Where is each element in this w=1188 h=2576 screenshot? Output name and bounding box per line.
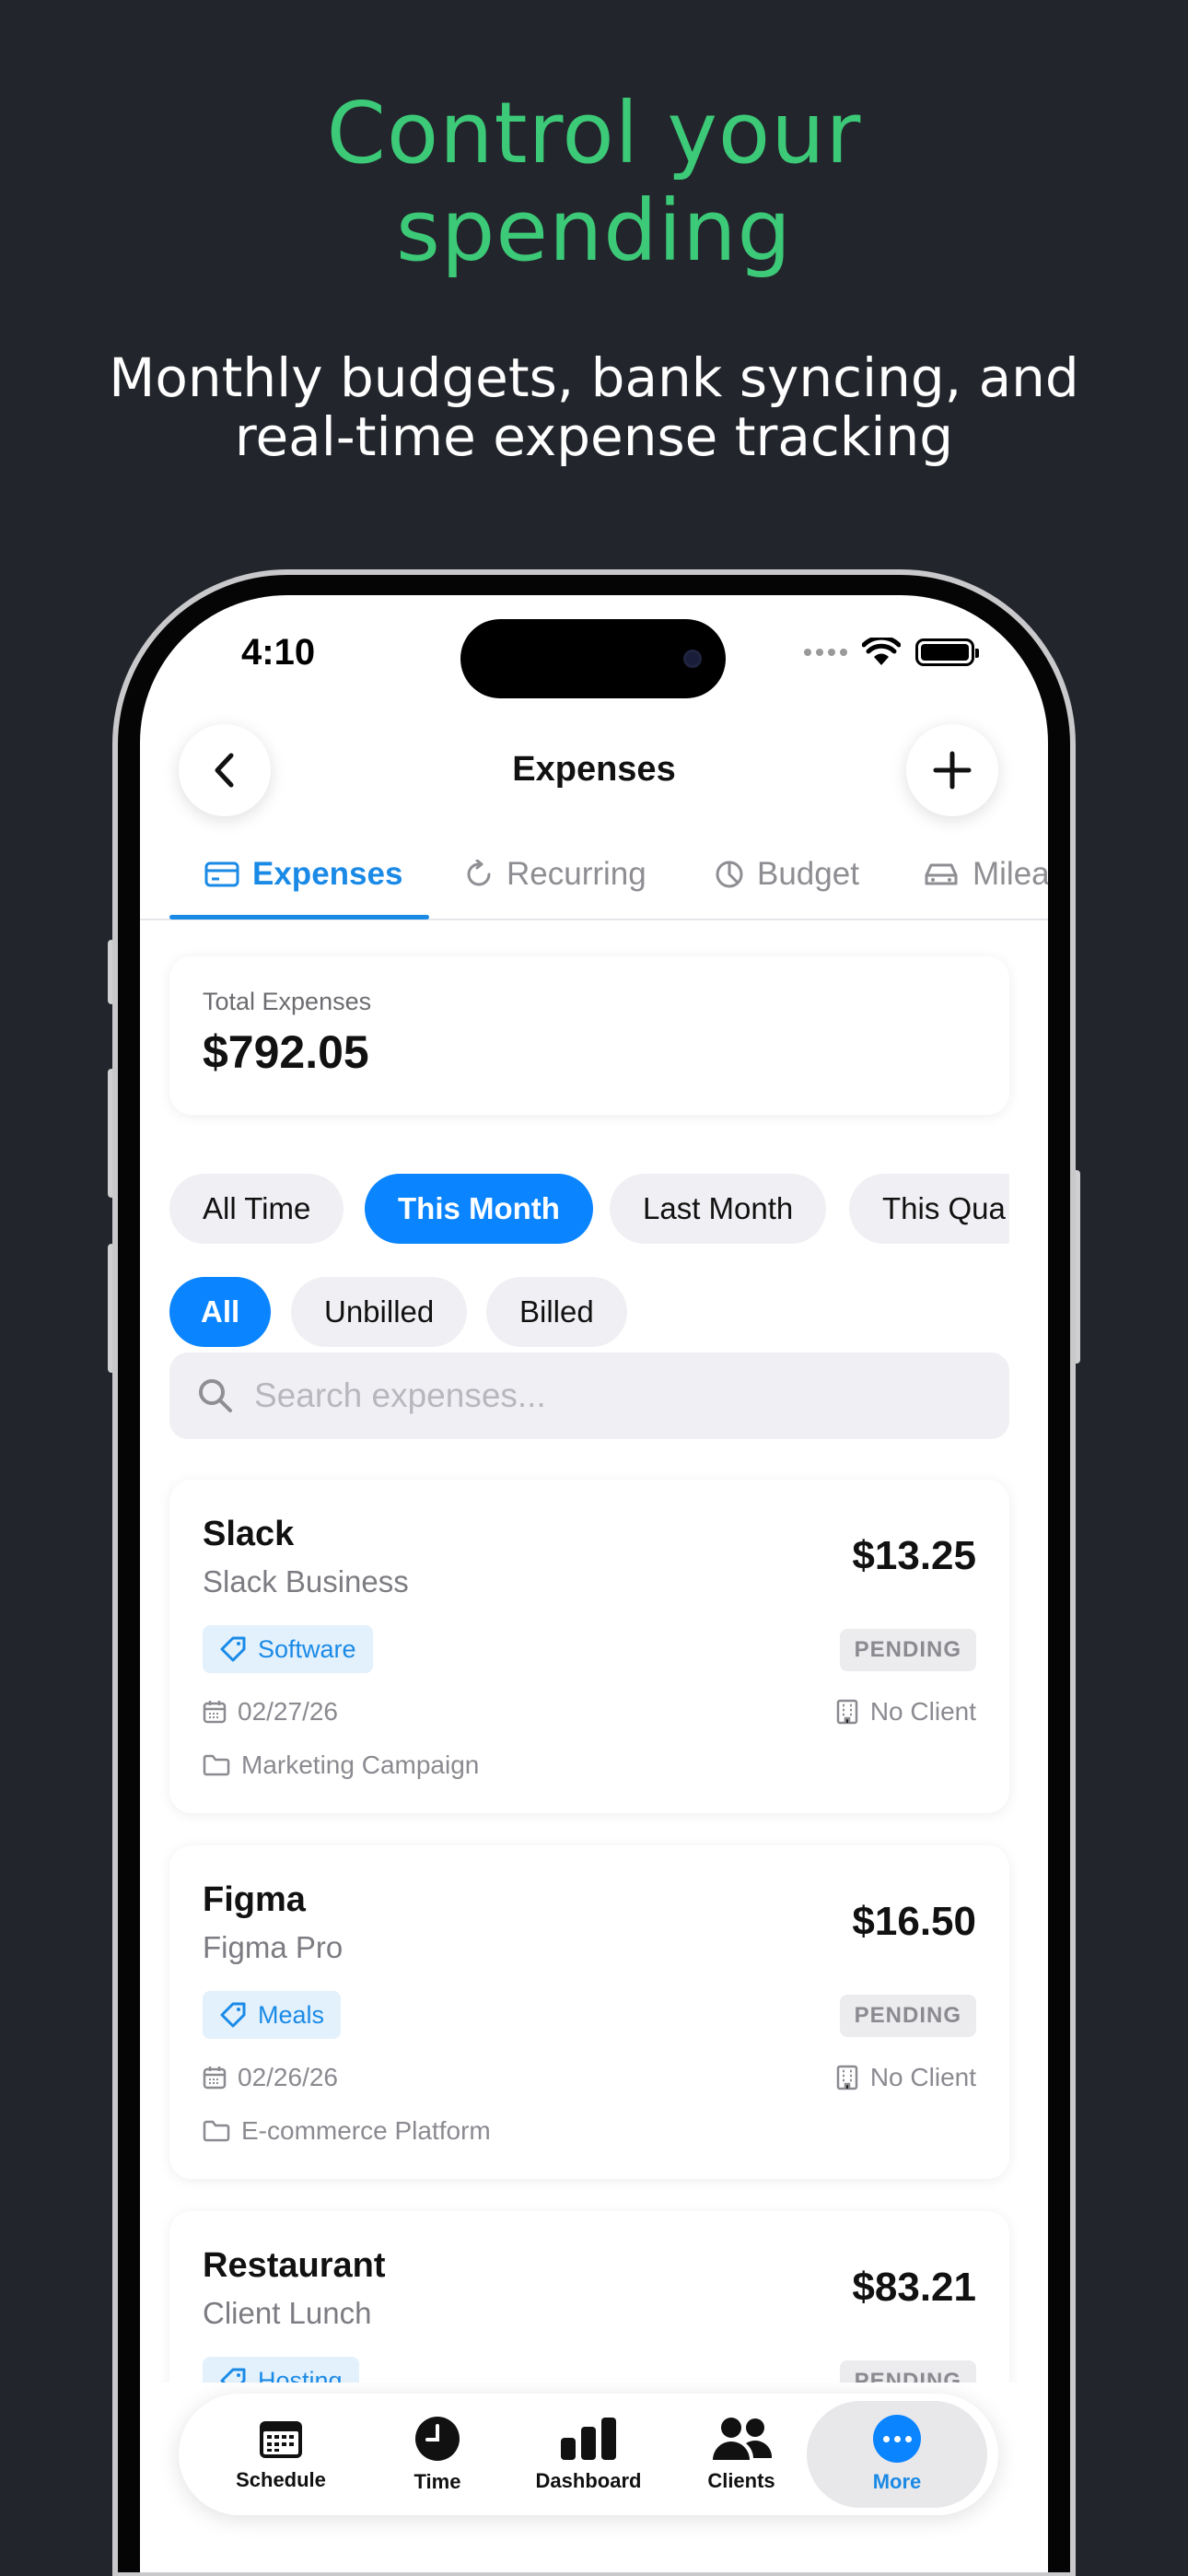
- clock-icon: [415, 2417, 460, 2461]
- more-icon: [873, 2415, 921, 2463]
- filter-last-month[interactable]: Last Month: [610, 1174, 827, 1244]
- dynamic-island: [460, 619, 726, 698]
- search-placeholder: Search expenses...: [254, 1376, 546, 1414]
- battery-icon: [915, 638, 979, 666]
- phone-frame: 4:10 Expenses Expenses Recurring Budget …: [112, 569, 1076, 2576]
- expense-vendor: Client Lunch: [203, 2296, 372, 2330]
- car-icon: [925, 863, 958, 885]
- tag-icon: [220, 1636, 246, 1662]
- expense-amount: $83.21: [852, 2265, 976, 2310]
- date-label: 02/26/26: [238, 2063, 338, 2091]
- billing-filter-row: All Unbilled Billed: [169, 1277, 1009, 1349]
- tab-label: Milea: [973, 856, 1048, 892]
- project-label: E-commerce Platform: [241, 2116, 491, 2145]
- tabbar-time[interactable]: Time: [368, 2401, 507, 2508]
- section-tabs: Expenses Recurring Budget Milea: [140, 830, 1048, 920]
- expense-project: Marketing Campaign: [203, 1751, 479, 1780]
- tabbar-schedule[interactable]: Schedule: [212, 2401, 350, 2508]
- filter-all-time[interactable]: All Time: [169, 1174, 344, 1244]
- expense-amount: $16.50: [852, 1899, 976, 1944]
- folder-icon: [203, 2120, 230, 2142]
- filter-this-month[interactable]: This Month: [365, 1174, 593, 1244]
- expense-vendor: Slack Business: [203, 1564, 409, 1598]
- filter-unbilled[interactable]: Unbilled: [291, 1277, 468, 1347]
- camera-icon: [683, 650, 702, 668]
- client-label: No Client: [869, 1697, 976, 1726]
- search-icon: [199, 1379, 232, 1412]
- category-label: Meals: [258, 2000, 325, 2029]
- tab-budget[interactable]: Budget: [715, 830, 859, 919]
- category-tag: Software: [203, 1625, 373, 1673]
- expense-client: No Client: [835, 1697, 976, 1727]
- tab-mileage[interactable]: Milea: [923, 830, 1048, 919]
- folder-icon: [203, 1754, 230, 1776]
- tabbar-label: More: [872, 2470, 922, 2493]
- expense-name: Restaurant: [203, 2246, 386, 2285]
- expense-client: No Client: [835, 2063, 976, 2092]
- promo-headline: Control your spending: [0, 85, 1188, 280]
- tabbar-label: Schedule: [236, 2468, 326, 2491]
- promo-subline: Monthly budgets, bank syncing, and real-…: [109, 346, 1079, 468]
- tag-icon: [220, 2002, 246, 2028]
- search-input[interactable]: Search expenses...: [169, 1352, 1009, 1439]
- project-label: Marketing Campaign: [241, 1751, 480, 1779]
- expense-card[interactable]: Slack Slack Business $13.25 Software PEN…: [169, 1480, 1009, 1813]
- building-icon: [836, 2065, 858, 2090]
- expense-amount: $13.25: [852, 1533, 976, 1578]
- date-label: 02/27/26: [238, 1697, 338, 1726]
- expense-name: Slack: [203, 1515, 295, 1553]
- promo-headline-text: Control your spending: [326, 84, 862, 280]
- refresh-icon: [467, 860, 491, 886]
- category-tag: Meals: [203, 1991, 342, 2039]
- tab-label: Expenses: [252, 856, 403, 892]
- status-badge: PENDING: [839, 1995, 976, 2037]
- card-icon: [204, 861, 239, 887]
- tab-label: Recurring: [507, 856, 646, 892]
- wifi-icon: [862, 638, 901, 665]
- active-tab-indicator: [169, 915, 429, 919]
- total-value: $792.05: [203, 1026, 369, 1078]
- tabbar-label: Time: [413, 2470, 461, 2493]
- tabbar-more[interactable]: More: [807, 2401, 987, 2508]
- tabbar-label: Dashboard: [535, 2469, 642, 2492]
- tabbar-label: Clients: [707, 2469, 775, 2492]
- building-icon: [836, 1699, 858, 1725]
- expense-name: Figma: [203, 1880, 306, 1919]
- expense-project: E-commerce Platform: [203, 2116, 491, 2146]
- calendar-icon: [260, 2421, 302, 2458]
- status-badge: PENDING: [839, 1629, 976, 1671]
- signal-icon: [804, 649, 847, 656]
- app-screen: 4:10 Expenses Expenses Recurring Budget …: [140, 595, 1048, 2572]
- pie-icon: [716, 861, 743, 888]
- expense-date: 02/26/26: [203, 2063, 338, 2092]
- bottom-tab-bar: Schedule Time Dashboard Clients More: [179, 2394, 998, 2515]
- expense-card[interactable]: Figma Figma Pro $16.50 Meals PENDING 02/…: [169, 1845, 1009, 2179]
- status-time: 4:10: [241, 632, 316, 673]
- period-filter-row: All Time This Month Last Month This Qua: [169, 1174, 1009, 1246]
- total-expenses-card: Total Expenses $792.05: [169, 956, 1009, 1115]
- category-label: Software: [258, 1634, 356, 1663]
- expense-vendor: Figma Pro: [203, 1930, 344, 1964]
- calendar-icon: [203, 2067, 227, 2090]
- phone-bezel: 4:10 Expenses Expenses Recurring Budget …: [118, 575, 1070, 2572]
- bar-chart-icon: [561, 2418, 616, 2460]
- expense-date: 02/27/26: [203, 1697, 338, 1727]
- total-label: Total Expenses: [203, 988, 372, 1015]
- tabbar-clients[interactable]: Clients: [672, 2401, 810, 2508]
- plus-icon: [933, 751, 972, 790]
- filter-all[interactable]: All: [169, 1277, 272, 1347]
- tab-recurring[interactable]: Recurring: [464, 830, 646, 919]
- tab-expenses[interactable]: Expenses: [204, 830, 402, 919]
- add-expense-button[interactable]: [906, 724, 998, 816]
- people-icon: [713, 2418, 773, 2460]
- status-icons: [804, 638, 979, 667]
- filter-billed[interactable]: Billed: [486, 1277, 627, 1347]
- client-label: No Client: [869, 2063, 976, 2091]
- calendar-icon: [203, 1701, 227, 1724]
- tab-label: Budget: [757, 856, 859, 892]
- tabbar-dashboard[interactable]: Dashboard: [519, 2401, 658, 2508]
- filter-this-quarter[interactable]: This Qua: [849, 1174, 1009, 1244]
